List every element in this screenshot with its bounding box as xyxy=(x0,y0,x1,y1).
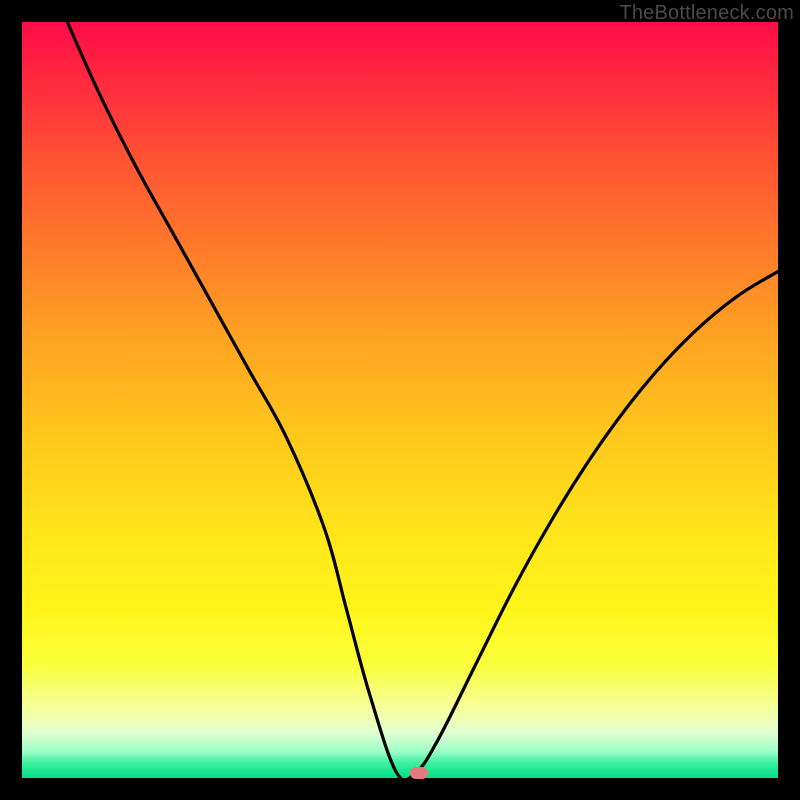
watermark-text: TheBottleneck.com xyxy=(619,2,794,25)
bottleneck-curve xyxy=(22,22,778,778)
chart-frame xyxy=(22,22,778,778)
optimum-marker xyxy=(410,767,428,779)
